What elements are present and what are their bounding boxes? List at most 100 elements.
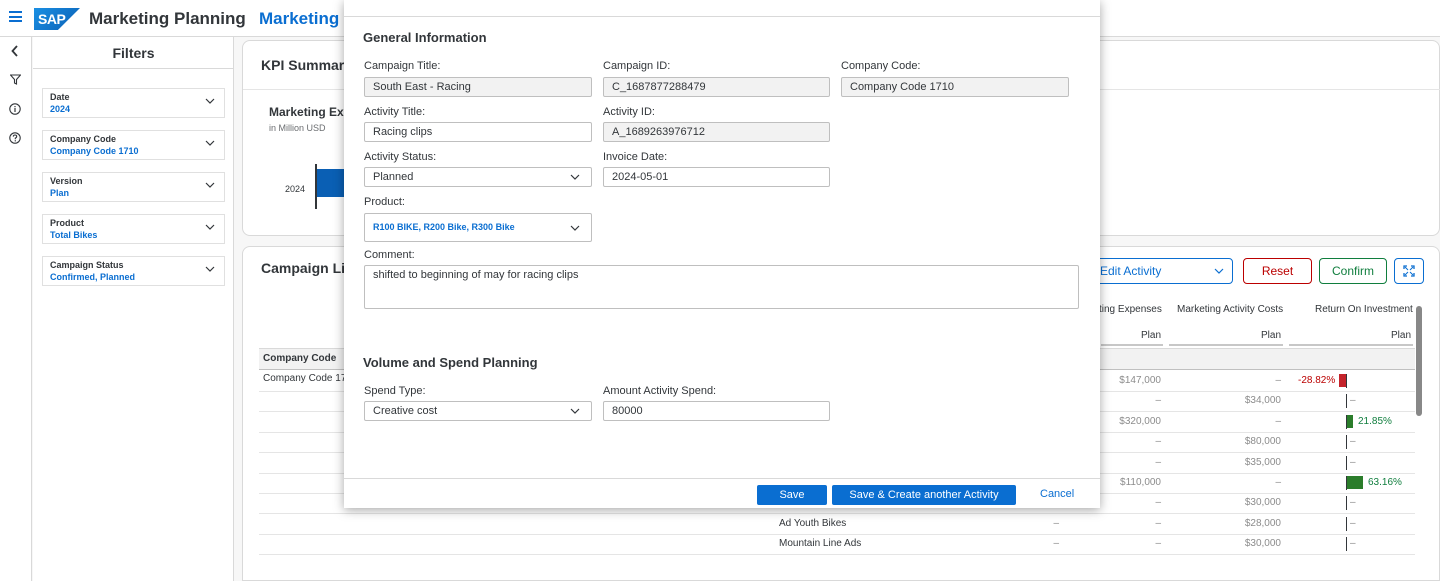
filter-product[interactable]: Product Total Bikes — [42, 214, 225, 244]
filter-label: Company Code — [50, 134, 117, 144]
activity-id-field[interactable]: A_1689263976712 — [603, 122, 830, 142]
table-row-divider — [259, 534, 1415, 535]
filter-label: Date — [50, 92, 70, 102]
product-multiselect[interactable]: R100 BIKE, R200 Bike, R300 Bike — [364, 213, 592, 242]
filter-value: 2024 — [50, 104, 71, 114]
save-button[interactable]: Save — [757, 485, 827, 505]
column-underline — [1101, 344, 1163, 346]
campaign-title-label: Campaign Title: — [364, 60, 441, 72]
table-cell-activity-costs: – — [1275, 477, 1281, 488]
filter-value: Company Code 1710 — [50, 146, 139, 156]
filter-date[interactable]: Date 2024 — [42, 88, 225, 118]
roi-axis — [1346, 374, 1347, 388]
activity-status-label: Activity Status: — [364, 151, 437, 163]
roi-value: – — [1350, 457, 1356, 468]
left-rail — [0, 37, 32, 581]
filter-label: Version — [50, 176, 83, 186]
table-cell-activity-costs: – — [1275, 375, 1281, 386]
invoice-date-field[interactable]: 2024-05-01 — [603, 167, 830, 187]
filter-label: Campaign Status — [50, 260, 124, 270]
volume-spend-title: Volume and Spend Planning — [363, 355, 538, 370]
table-cell-expenses: – — [1155, 518, 1161, 529]
save-create-another-button[interactable]: Save & Create another Activity — [832, 485, 1016, 505]
kpi-year-label: 2024 — [285, 184, 306, 194]
activity-status-select[interactable]: Planned — [364, 167, 592, 187]
filter-campaign-status[interactable]: Campaign Status Confirmed, Planned — [42, 256, 225, 286]
info-icon[interactable] — [8, 103, 22, 117]
roi-axis — [1346, 517, 1347, 531]
campaign-id-label: Campaign ID: — [603, 60, 671, 72]
table-cell-activity-costs: – — [1275, 416, 1281, 427]
chevron-down-icon — [205, 140, 215, 146]
reset-button[interactable]: Reset — [1243, 258, 1312, 284]
amount-activity-spend-label: Amount Activity Spend: — [603, 385, 717, 397]
chevron-down-icon — [570, 408, 580, 414]
roi-bar — [1339, 374, 1346, 387]
product-label: Product: — [364, 196, 405, 208]
company-code-cell: Company Code 17 — [263, 373, 347, 384]
divider — [33, 68, 234, 69]
cancel-button[interactable]: Cancel — [1040, 488, 1074, 500]
table-cell-dash: – — [1053, 538, 1059, 549]
roi-axis — [1346, 496, 1347, 510]
company-code-field[interactable]: Company Code 1710 — [841, 77, 1069, 97]
dialog-footer: Save Save & Create another Activity Canc… — [344, 478, 1100, 508]
help-icon[interactable] — [8, 132, 22, 146]
activity-status-value: Planned — [373, 171, 414, 183]
column-header-roi: Return On Investment — [1315, 304, 1413, 315]
column-underline — [1169, 344, 1283, 346]
roi-value: -28.82% — [1298, 375, 1336, 386]
table-cell-name[interactable]: Ad Youth Bikes — [779, 518, 846, 529]
campaign-list-title: Campaign List — [261, 260, 358, 276]
confirm-button[interactable]: Confirm — [1319, 258, 1387, 284]
roi-axis — [1346, 435, 1347, 449]
product-value: R100 BIKE, R200 Bike, R300 Bike — [373, 222, 515, 232]
activity-title-label: Activity Title: — [364, 106, 426, 118]
filters-title: Filters — [112, 45, 155, 61]
table-cell-activity-costs: $30,000 — [1244, 497, 1281, 508]
activity-id-label: Activity ID: — [603, 106, 655, 118]
campaign-id-field[interactable]: C_1687877288479 — [603, 77, 830, 97]
table-cell-activity-costs: $30,000 — [1244, 538, 1281, 549]
roi-axis — [1346, 537, 1347, 551]
fullscreen-button[interactable] — [1394, 258, 1424, 284]
roi-bar — [1347, 415, 1353, 428]
roi-value: 21.85% — [1358, 416, 1392, 427]
table-cell-activity-costs: $34,000 — [1244, 395, 1281, 406]
edit-activity-select[interactable]: Edit Activity — [1091, 258, 1233, 284]
filter-value: Confirmed, Planned — [50, 272, 136, 282]
table-cell-dash: – — [1053, 518, 1059, 529]
comment-textarea[interactable]: shifted to beginning of may for racing c… — [364, 265, 1079, 309]
chevron-down-icon — [1214, 268, 1224, 274]
spend-type-value: Creative cost — [373, 405, 438, 417]
filter-company-code[interactable]: Company Code Company Code 1710 — [42, 130, 225, 160]
chevron-down-icon — [205, 98, 215, 104]
column-underline — [1289, 344, 1413, 346]
chevron-down-icon — [570, 174, 580, 180]
filter-version[interactable]: Version Plan — [42, 172, 225, 202]
filter-icon[interactable] — [8, 74, 22, 88]
table-row-divider — [259, 554, 1415, 555]
table-cell-expenses: – — [1155, 538, 1161, 549]
activity-title-field[interactable]: Racing clips — [364, 122, 592, 142]
amount-activity-spend-field[interactable]: 80000 — [603, 401, 830, 421]
chevron-down-icon — [205, 182, 215, 188]
campaign-title-field[interactable]: South East - Racing — [364, 77, 592, 97]
vertical-scrollbar[interactable] — [1416, 306, 1422, 416]
invoice-date-label: Invoice Date: — [603, 151, 668, 163]
roi-axis — [1346, 394, 1347, 408]
filter-value: Total Bikes — [50, 230, 98, 240]
filter-label: Product — [50, 218, 85, 228]
roi-value: – — [1350, 395, 1356, 406]
roi-axis — [1346, 456, 1347, 470]
kpi-title: KPI Summary — [261, 57, 353, 73]
spend-type-select[interactable]: Creative cost — [364, 401, 592, 421]
table-cell-activity-costs: $80,000 — [1244, 436, 1281, 447]
collapse-icon[interactable] — [8, 45, 22, 59]
table-cell-name[interactable]: Mountain Line Ads — [779, 538, 861, 549]
menu-icon[interactable] — [9, 11, 22, 22]
column-plan-label: Plan — [1140, 330, 1161, 341]
company-code-label: Company Code: — [841, 60, 921, 72]
column-plan-label: Plan — [1260, 330, 1281, 341]
kpi-chart-bar — [317, 169, 347, 197]
